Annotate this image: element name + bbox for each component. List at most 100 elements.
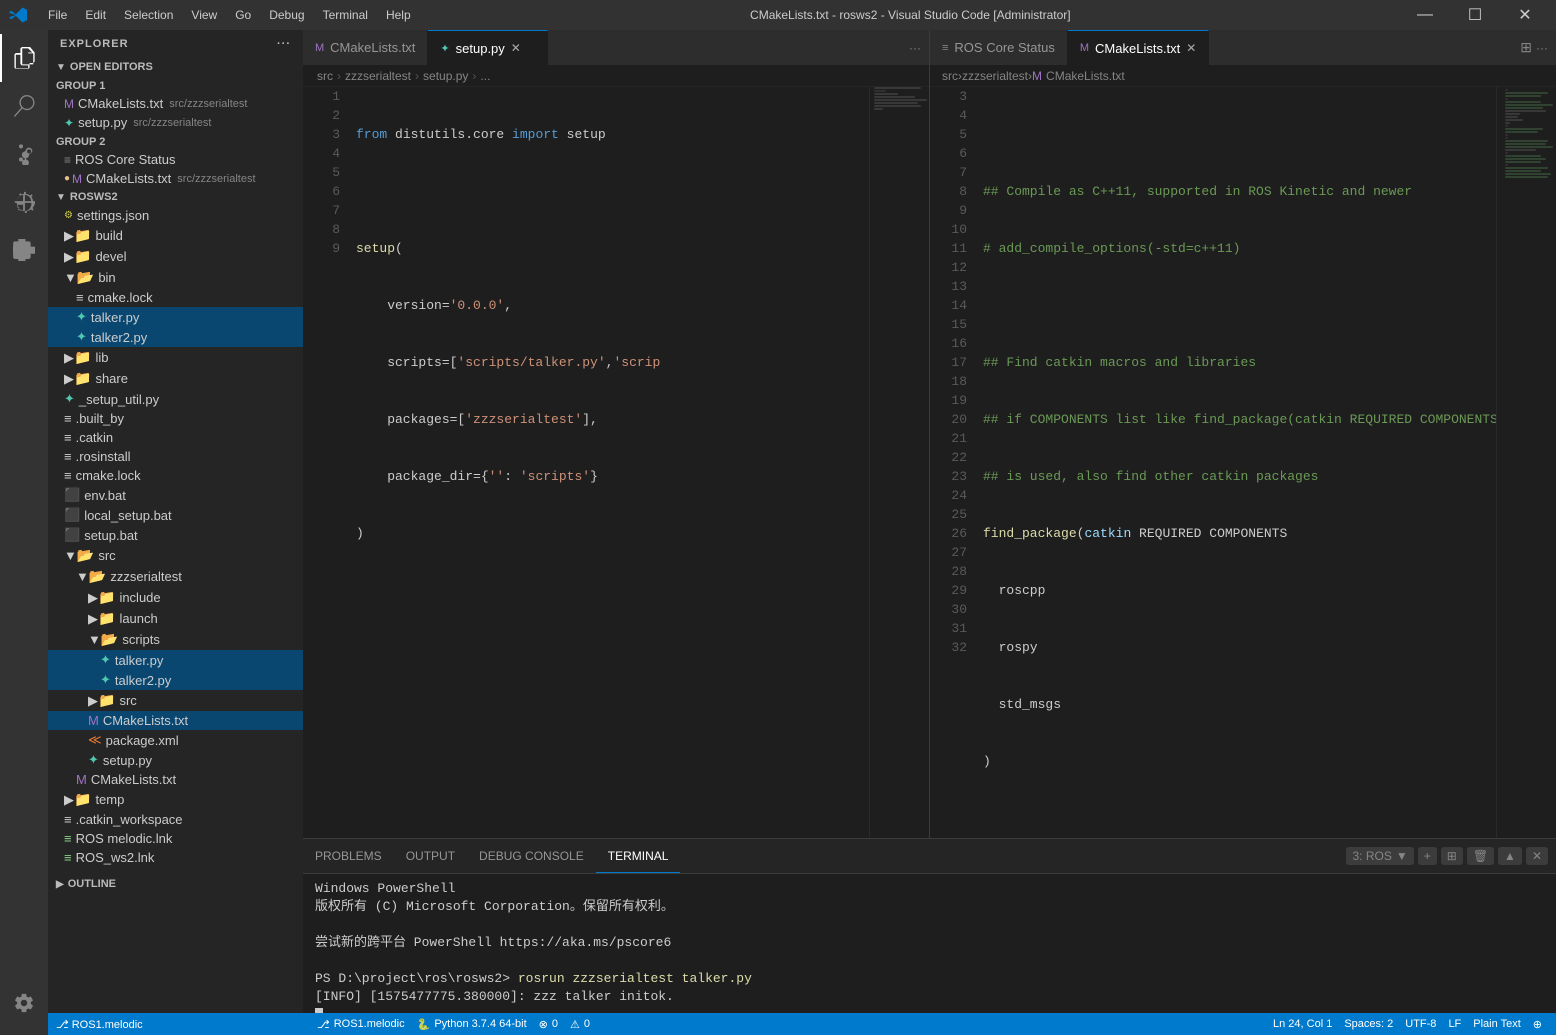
- cmake-lists-selected[interactable]: M CMakeLists.txt: [48, 711, 303, 730]
- cmake-lists-src[interactable]: M CMakeLists.txt: [48, 770, 303, 789]
- menu-go[interactable]: Go: [227, 6, 259, 24]
- cmake-lock-root-name: cmake.lock: [76, 468, 141, 483]
- tab-more-button[interactable]: ···: [901, 30, 929, 65]
- bin-folder[interactable]: ▼ 📂 bin: [48, 267, 303, 288]
- activity-debug[interactable]: [0, 178, 48, 226]
- line-ending-status[interactable]: LF: [1442, 1018, 1467, 1030]
- open-editor-cmake[interactable]: M CMakeLists.txt src/zzzserialtest: [48, 94, 303, 113]
- minimize-button[interactable]: —: [1402, 0, 1448, 30]
- close-button[interactable]: ✕: [1502, 0, 1548, 30]
- ros-ws2-lnk[interactable]: ≡ ROS_ws2.lnk: [48, 848, 303, 867]
- menu-selection[interactable]: Selection: [116, 6, 181, 24]
- split-terminal-button[interactable]: ⊞: [1441, 847, 1463, 865]
- cmake-lock-bin[interactable]: ≡ cmake.lock: [48, 288, 303, 307]
- activity-explorer[interactable]: [0, 34, 48, 82]
- env-bat-name: env.bat: [84, 488, 126, 503]
- temp-folder[interactable]: ▶ 📁 temp: [48, 789, 303, 810]
- activity-source-control[interactable]: [0, 130, 48, 178]
- window-controls[interactable]: — ☐ ✕: [1402, 0, 1548, 30]
- src-inner-folder[interactable]: ▶ 📁 src: [48, 690, 303, 711]
- more-actions-icon[interactable]: ···: [1536, 41, 1548, 55]
- panel-tab-problems[interactable]: PROBLEMS: [303, 839, 394, 873]
- share-folder[interactable]: ▶ 📁 share: [48, 368, 303, 389]
- group1-label: GROUP 1: [48, 76, 303, 94]
- notification-status[interactable]: ⊕: [1527, 1018, 1548, 1031]
- close-tab-icon-setup[interactable]: ✕: [511, 41, 521, 55]
- panel-tab-terminal[interactable]: TERMINAL: [596, 839, 681, 873]
- cmake-lock-root[interactable]: ≡ cmake.lock: [48, 466, 303, 485]
- menu-edit[interactable]: Edit: [77, 6, 114, 24]
- activity-search[interactable]: [0, 82, 48, 130]
- tab-ros-status[interactable]: ≡ ROS Core Status: [930, 30, 1068, 65]
- menu-help[interactable]: Help: [378, 6, 419, 24]
- right-code-content[interactable]: ## Compile as C++11, supported in ROS Ki…: [975, 87, 1496, 838]
- language-mode-status[interactable]: Plain Text: [1467, 1018, 1527, 1030]
- menu-file[interactable]: File: [40, 6, 75, 24]
- panel-tab-debug[interactable]: DEBUG CONSOLE: [467, 839, 596, 873]
- tab-cmake-left[interactable]: M CMakeLists.txt: [303, 30, 428, 65]
- git-branch-status[interactable]: ⎇ ROS1.melodic: [311, 1013, 411, 1035]
- rosinstall[interactable]: ≡ .rosinstall: [48, 447, 303, 466]
- setup-bat[interactable]: ⬛ setup.bat: [48, 525, 303, 545]
- split-editor-icon[interactable]: ⊞: [1520, 39, 1532, 56]
- menu-terminal[interactable]: Terminal: [315, 6, 376, 24]
- talker2-py-scripts[interactable]: ✦ talker2.py: [48, 670, 303, 690]
- indentation-status[interactable]: Spaces: 2: [1338, 1018, 1399, 1030]
- ros-melodic-lnk[interactable]: ≡ ROS melodic.lnk: [48, 829, 303, 848]
- panel-tab-output[interactable]: OUTPUT: [394, 839, 467, 873]
- activity-extensions[interactable]: [0, 226, 48, 274]
- open-editor-ros-core[interactable]: ≡ ROS Core Status: [48, 150, 303, 169]
- maximize-panel-button[interactable]: ▲: [1498, 847, 1522, 865]
- scripts-folder[interactable]: ▼ 📂 scripts: [48, 629, 303, 650]
- outline-section[interactable]: ▶ OUTLINE: [48, 875, 303, 893]
- local-setup-bat[interactable]: ⬛ local_setup.bat: [48, 505, 303, 525]
- sidebar-more-icon[interactable]: ···: [277, 38, 291, 50]
- open-editor-cmake2[interactable]: ● M CMakeLists.txt src/zzzserialtest: [48, 169, 303, 188]
- encoding-status[interactable]: UTF-8: [1399, 1018, 1442, 1030]
- close-panel-button[interactable]: ✕: [1526, 847, 1548, 865]
- cursor-position-status[interactable]: Ln 24, Col 1: [1267, 1018, 1338, 1030]
- lib-folder[interactable]: ▶ 📁 lib: [48, 347, 303, 368]
- src-folder[interactable]: ▼ 📂 src: [48, 545, 303, 566]
- devel-folder[interactable]: ▶ 📁 devel: [48, 246, 303, 267]
- talker-py-bin[interactable]: ✦ talker.py: [48, 307, 303, 327]
- chevron-down-icon-src: ▼: [64, 548, 77, 563]
- menu-debug[interactable]: Debug: [261, 6, 312, 24]
- open-editor-setup-py[interactable]: ✦ setup.py src/zzzserialtest: [48, 113, 303, 132]
- python-version-status[interactable]: 🐍 Python 3.7.4 64-bit: [411, 1013, 533, 1035]
- warning-status[interactable]: ⚠ 0: [564, 1013, 596, 1035]
- zzzserialtest-folder[interactable]: ▼ 📂 zzzserialtest: [48, 566, 303, 587]
- activity-settings[interactable]: [0, 979, 48, 1027]
- terminal-content[interactable]: Windows PowerShell 版权所有 (C) Microsoft Co…: [303, 874, 1556, 1013]
- menu-bar[interactable]: File Edit Selection View Go Debug Termin…: [40, 6, 419, 24]
- rosws2-section[interactable]: ▼ ROSWS2: [48, 188, 303, 206]
- error-status[interactable]: ⊗ 0: [533, 1013, 564, 1035]
- tab-cmake-right[interactable]: M CMakeLists.txt ✕: [1068, 30, 1209, 65]
- talker-py-scripts[interactable]: ✦ talker.py: [48, 650, 303, 670]
- launch-folder[interactable]: ▶ 📁 launch: [48, 608, 303, 629]
- left-editor-content[interactable]: 1 2 3 4 5 6 7 8 9 from distutils.core im…: [303, 87, 929, 838]
- include-folder[interactable]: ▶ 📁 include: [48, 587, 303, 608]
- catkin-file[interactable]: ≡ .catkin: [48, 428, 303, 447]
- close-tab-icon-cmake[interactable]: ✕: [1186, 41, 1196, 55]
- ros-melodic-status[interactable]: ⎇ ROS1.melodic: [56, 1018, 143, 1031]
- terminal-name-btn[interactable]: 3: ROS ▼: [1346, 847, 1413, 865]
- setup-util-py[interactable]: ✦ _setup_util.py: [48, 389, 303, 409]
- build-folder[interactable]: ▶ 📁 build: [48, 225, 303, 246]
- menu-view[interactable]: View: [183, 6, 225, 24]
- talker2-py-bin[interactable]: ✦ talker2.py: [48, 327, 303, 347]
- delete-terminal-button[interactable]: 🗑: [1467, 847, 1494, 865]
- catkin-workspace[interactable]: ≡ .catkin_workspace: [48, 810, 303, 829]
- setup-py[interactable]: ✦ setup.py: [48, 750, 303, 770]
- sidebar-content: ▼ OPEN EDITORS GROUP 1 M CMakeLists.txt …: [48, 58, 303, 1013]
- left-code-content[interactable]: from distutils.core import setup setup( …: [348, 87, 869, 838]
- open-editors-section[interactable]: ▼ OPEN EDITORS: [48, 58, 303, 76]
- package-xml[interactable]: ≪ package.xml: [48, 730, 303, 750]
- env-bat[interactable]: ⬛ env.bat: [48, 485, 303, 505]
- add-terminal-button[interactable]: +: [1418, 847, 1437, 865]
- tab-setup-py[interactable]: ✦ setup.py ✕: [428, 30, 548, 65]
- built-by[interactable]: ≡ .built_by: [48, 409, 303, 428]
- maximize-button[interactable]: ☐: [1452, 0, 1498, 30]
- settings-json[interactable]: ⚙ settings.json: [48, 206, 303, 225]
- right-editor-content[interactable]: 3 4 5 6 7 8 9 10 11 12 13 14 15: [930, 87, 1556, 838]
